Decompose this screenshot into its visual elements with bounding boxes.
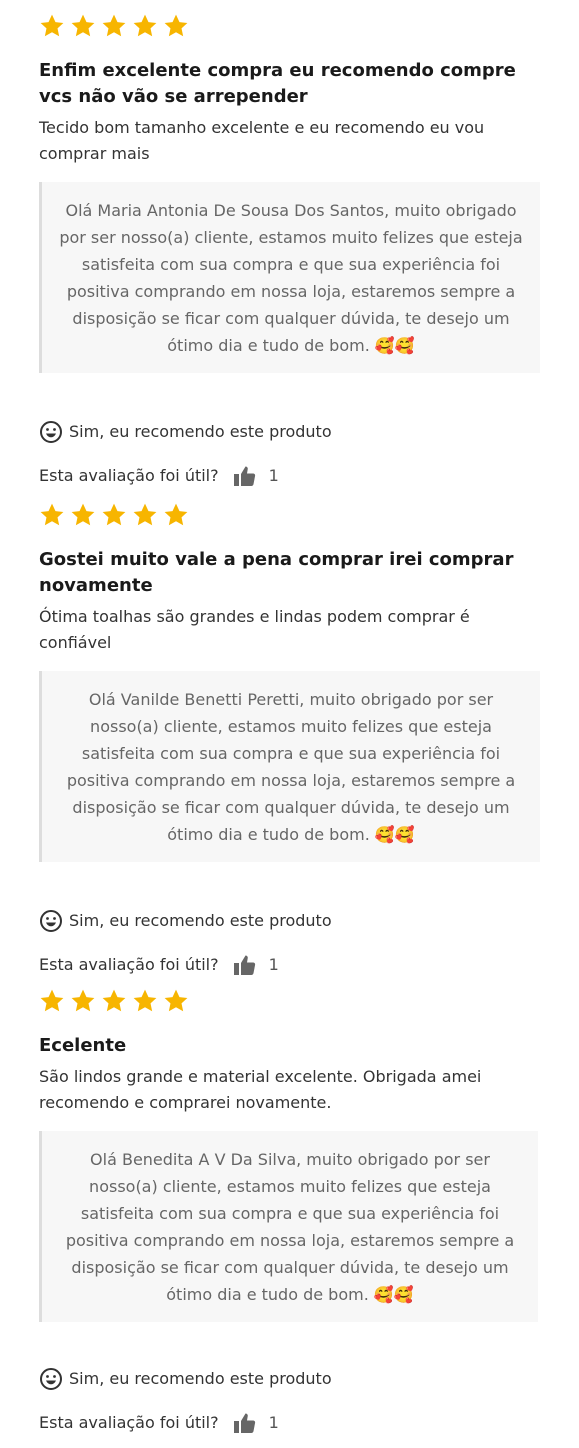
thumbs-up-icon[interactable] <box>233 954 257 976</box>
star-icon <box>163 502 189 528</box>
recommend-text: Sim, eu recomendo este produto <box>69 1369 332 1388</box>
star-rating <box>39 12 540 40</box>
recommend-line: Sim, eu recomendo este produto <box>39 420 540 444</box>
star-icon <box>163 988 189 1014</box>
helpful-line: Esta avaliação foi útil? 1 <box>39 465 540 487</box>
seller-reply-text: Olá Maria Antonia De Sousa Dos Santos, m… <box>59 201 523 355</box>
recommend-line: Sim, eu recomendo este produto <box>39 1367 540 1391</box>
star-icon <box>70 502 96 528</box>
star-icon <box>101 502 127 528</box>
helpful-line: Esta avaliação foi útil? 1 <box>39 954 540 976</box>
smile-icon <box>39 420 63 444</box>
smiling-hearts-emoji: 🥰🥰 <box>373 1285 414 1304</box>
star-rating <box>39 987 540 1015</box>
helpful-question: Esta avaliação foi útil? <box>39 466 219 485</box>
thumbs-up-icon[interactable] <box>233 465 257 487</box>
helpful-count: 1 <box>268 955 279 974</box>
star-icon <box>39 13 65 39</box>
star-icon <box>70 988 96 1014</box>
seller-reply: Olá Maria Antonia De Sousa Dos Santos, m… <box>39 182 540 373</box>
review-body: São lindos grande e material excelente. … <box>39 1067 482 1112</box>
star-icon <box>101 988 127 1014</box>
star-rating <box>39 501 540 529</box>
review-title: Enfim excelente compra eu recomendo comp… <box>39 60 516 107</box>
helpful-question: Esta avaliação foi útil? <box>39 1413 219 1432</box>
helpful-count: 1 <box>268 466 279 485</box>
review-title: Gostei muito vale a pena comprar irei co… <box>39 549 514 596</box>
seller-reply-text: Olá Vanilde Benetti Peretti, muito obrig… <box>66 690 516 844</box>
star-icon <box>132 502 158 528</box>
seller-reply: Olá Benedita A V Da Silva, muito obrigad… <box>39 1131 538 1322</box>
recommend-text: Sim, eu recomendo este produto <box>69 911 332 930</box>
smile-icon <box>39 909 63 933</box>
review-card: Gostei muito vale a pena comprar irei co… <box>39 501 540 862</box>
recommend-text: Sim, eu recomendo este produto <box>69 422 332 441</box>
star-icon <box>70 13 96 39</box>
smile-icon <box>39 1367 63 1391</box>
review-title: Ecelente <box>39 1035 127 1056</box>
helpful-count: 1 <box>268 1413 279 1432</box>
star-icon <box>132 13 158 39</box>
smiling-hearts-emoji: 🥰🥰 <box>374 336 415 355</box>
star-icon <box>163 13 189 39</box>
helpful-question: Esta avaliação foi útil? <box>39 955 219 974</box>
smiling-hearts-emoji: 🥰🥰 <box>374 825 415 844</box>
seller-reply: Olá Vanilde Benetti Peretti, muito obrig… <box>39 671 540 862</box>
review-body: Tecido bom tamanho excelente e eu recome… <box>39 118 485 163</box>
seller-reply-text: Olá Benedita A V Da Silva, muito obrigad… <box>65 1150 515 1304</box>
star-icon <box>39 502 65 528</box>
thumbs-up-icon[interactable] <box>233 1412 257 1434</box>
review-card: Ecelente São lindos grande e material ex… <box>39 987 540 1322</box>
star-icon <box>101 13 127 39</box>
review-card: Enfim excelente compra eu recomendo comp… <box>39 12 540 373</box>
recommend-line: Sim, eu recomendo este produto <box>39 909 540 933</box>
helpful-line: Esta avaliação foi útil? 1 <box>39 1412 540 1434</box>
star-icon <box>39 988 65 1014</box>
star-icon <box>132 988 158 1014</box>
review-body: Ótima toalhas são grandes e lindas podem… <box>39 607 470 652</box>
